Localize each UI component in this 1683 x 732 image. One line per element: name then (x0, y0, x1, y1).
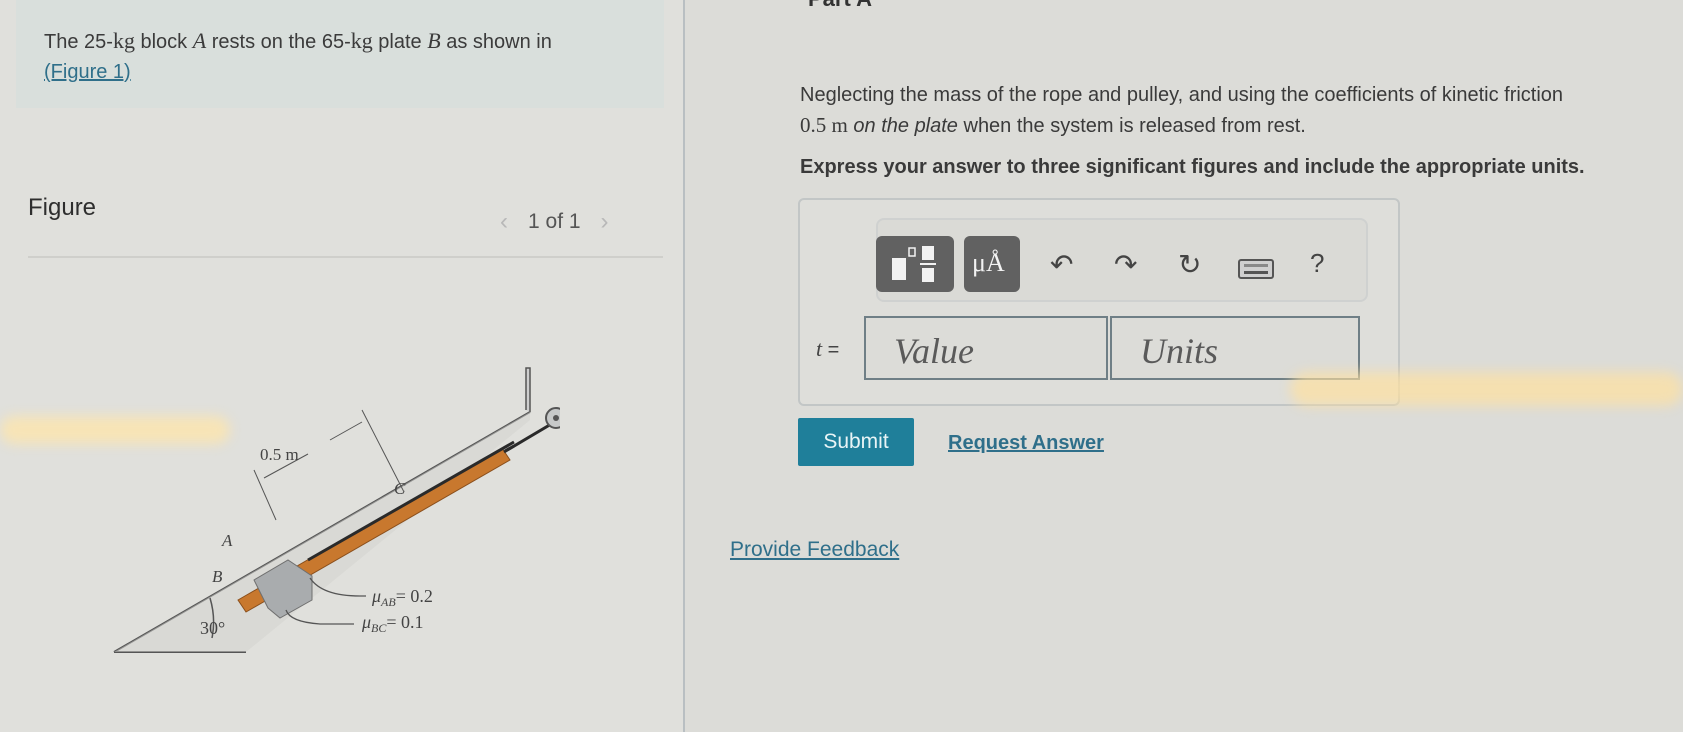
question-text: Neglecting the mass of the rope and pull… (800, 84, 1564, 137)
incline-wall (525, 367, 531, 412)
redo-icon[interactable]: ↷ (1114, 248, 1137, 281)
request-answer-link[interactable]: Request Answer (948, 432, 1104, 455)
value-input[interactable] (864, 316, 1108, 380)
fraction-template-icon (892, 246, 936, 282)
math-toolbar: μÅ ↶ ↷ ↻ ? (876, 218, 1368, 302)
units-input[interactable] (1110, 316, 1360, 380)
chevron-left-icon[interactable]: ‹ (500, 208, 508, 236)
keyboard-icon[interactable] (1238, 254, 1274, 286)
units-button[interactable]: μÅ (964, 236, 1020, 292)
fraction-template-button[interactable] (876, 236, 954, 292)
label-a: A (221, 531, 233, 550)
light-glare-right (1290, 372, 1683, 406)
dimension-label: 0.5 m (260, 445, 299, 464)
figure-divider (28, 256, 663, 258)
help-button[interactable]: ? (1310, 248, 1324, 279)
mu-bc-text: μBC= 0.1 (361, 612, 424, 635)
pulley-hub (553, 415, 559, 421)
angle-label: 30° (200, 618, 225, 638)
figure-link[interactable]: (Figure 1) (44, 61, 131, 83)
chevron-right-icon[interactable]: › (601, 208, 609, 236)
undo-icon[interactable]: ↶ (1050, 248, 1073, 281)
answer-variable-label: t = (816, 336, 840, 361)
figure-diagram: 30° 0.5 m A B C μAB= 0.2 μBC= 0.1 (113, 367, 560, 653)
figure-heading: Figure (28, 194, 97, 221)
answer-instruction: Express your answer to three significant… (800, 156, 1585, 178)
provide-feedback-link[interactable]: Provide Feedback (730, 538, 899, 562)
mu-bc-leader (285, 609, 354, 625)
part-title: Part A (808, 0, 872, 12)
label-c: C (394, 479, 406, 498)
rope-upper (307, 440, 515, 562)
pane-divider (683, 0, 685, 732)
reset-icon[interactable]: ↻ (1178, 248, 1201, 281)
submit-button[interactable]: Submit (798, 418, 914, 466)
mu-ab-text: μAB= 0.2 (371, 586, 433, 609)
figure-pager: ‹ 1 of 1 › (500, 208, 609, 236)
label-b: B (212, 567, 223, 586)
light-glare-left (0, 416, 230, 444)
dimension-arrow-2 (329, 421, 363, 441)
problem-intro: The 25-kg block A rests on the 65-kg pla… (44, 28, 552, 83)
pager-text: 1 of 1 (528, 210, 581, 233)
